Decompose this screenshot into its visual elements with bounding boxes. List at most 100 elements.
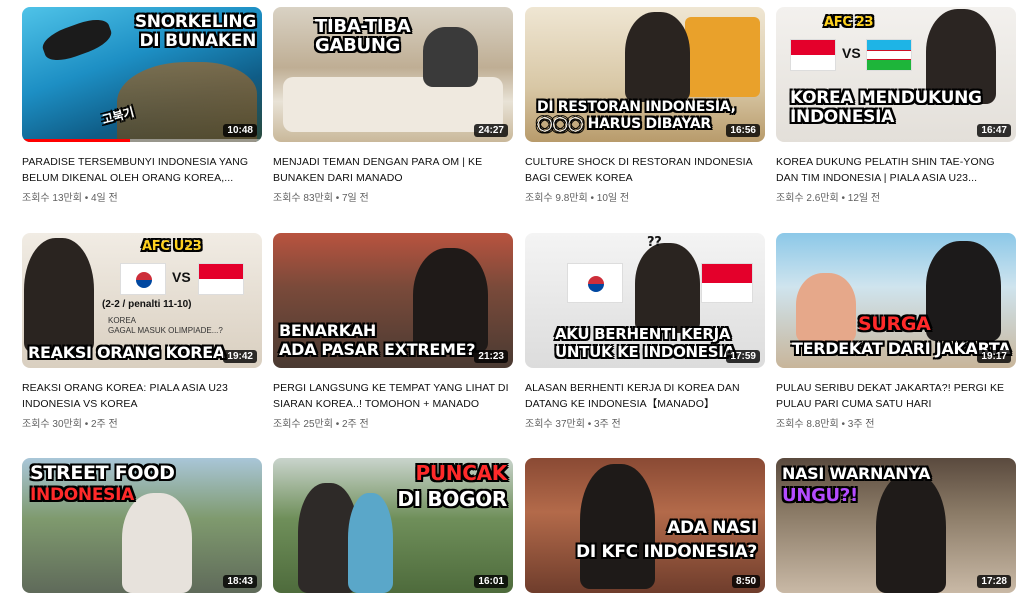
video-meta: 조회수 2.6만회 • 12일 전 [776,189,1016,204]
indonesia-flag-icon [701,263,753,303]
video-title[interactable]: PARADISE TERSEMBUNYI INDONESIA YANG BELU… [22,154,262,186]
upload-age: 3주 전 [847,419,875,430]
video-meta: 조회수 25만회 • 2주 전 [273,415,513,430]
thumbnail-caption: AKU BERHENTI KERJA UNTUK KE INDONESIA [555,325,735,361]
view-count: 조회수 13만회 [22,193,82,204]
thumbnail-caption: KOREA MENDUKUNG INDONESIA [790,88,982,127]
thumbnail-caption: REAKSI ORANG KOREA [28,343,225,362]
video-title[interactable]: PERGI LANGSUNG KE TEMPAT YANG LIHAT DI S… [273,380,513,412]
video-card[interactable]: ADA NASI DI KFC INDONESIA? 8:50 [525,458,765,593]
watch-progress-bar [22,139,130,142]
meta-separator: • [84,419,89,430]
video-thumbnail[interactable]: SNORKELING DI BUNAKEN 고북기 10:48 [22,7,262,142]
diver-shape [38,13,116,67]
video-title[interactable]: MENJADI TEMAN DENGAN PARA OM | KE BUNAKE… [273,154,513,186]
video-thumbnail[interactable]: PUNCAK DI BOGOR 16:01 [273,458,513,593]
video-meta: 조회수 13만회 • 4일 전 [22,189,262,204]
indonesia-flag-icon [790,39,836,71]
view-count: 조회수 9.8만회 [525,193,588,204]
video-title[interactable]: PULAU SERIBU DEKAT JAKARTA?! PERGI KE PU… [776,380,1016,412]
video-card[interactable]: AFC U23 VS (2-2 / penalti 11-10) KOREA G… [22,233,262,430]
thumbnail-caption: ADA NASI DI KFC INDONESIA? [576,518,757,562]
person-shape [625,12,690,102]
video-grid: SNORKELING DI BUNAKEN 고북기 10:48 PARADISE… [0,0,1021,593]
video-duration: 24:27 [474,124,508,137]
versus-label: VS [172,269,191,285]
view-count: 조회수 30만회 [22,419,82,430]
video-duration: 10:48 [223,124,257,137]
video-duration: 19:17 [977,350,1011,363]
uzbekistan-flag-icon [866,39,912,71]
upload-age: 2주 전 [341,419,369,430]
video-card[interactable]: SURGA TERDEKAT DARI JAKARTA 19:17 PULAU … [776,233,1016,430]
video-title[interactable]: CULTURE SHOCK DI RESTORAN INDONESIA BAGI… [525,154,765,186]
thumbnail-caption: SURGA [858,313,931,335]
korea-flag-icon [120,263,166,295]
person-shape [926,241,1001,341]
video-thumbnail[interactable]: DI RESTORAN INDONESIA, ◯◯◯ HARUS DIBAYAR… [525,7,765,142]
video-thumbnail[interactable]: BENARKAH ADA PASAR EXTREME? 21:23 [273,233,513,368]
view-count: 조회수 8.8만회 [776,419,839,430]
video-card[interactable]: PUNCAK DI BOGOR 16:01 [273,458,513,593]
video-thumbnail[interactable]: SURGA TERDEKAT DARI JAKARTA 19:17 [776,233,1016,368]
video-duration: 18:43 [223,575,257,588]
video-card[interactable]: SNORKELING DI BUNAKEN 고북기 10:48 PARADISE… [22,7,262,204]
thumbnail-caption: PUNCAK [415,461,508,485]
orange-panel [685,17,760,97]
thumbnail-caption: DI RESTORAN INDONESIA, ◯◯◯ HARUS DIBAYAR [537,99,736,132]
thumbnail-caption-secondary: DI BOGOR [397,487,507,511]
video-title[interactable]: KOREA DUKUNG PELATIH SHIN TAE-YONG DAN T… [776,154,1016,186]
video-card[interactable]: TIBA-TIBA GABUNG 24:27 MENJADI TEMAN DEN… [273,7,513,204]
video-card[interactable]: ?? AKU BERHENTI KERJA UNTUK KE INDONESIA… [525,233,765,430]
video-card[interactable]: NASI WARNANYA UNGU?! 17:28 [776,458,1016,593]
upload-age: 10일 전 [596,193,630,204]
thumbnail-caption: STREET FOOD [30,462,175,484]
thumbnail-note: KOREA GAGAL MASUK OLIMPIADE...? [108,316,223,335]
video-meta: 조회수 37만회 • 3주 전 [525,415,765,430]
video-meta: 조회수 8.8만회 • 3주 전 [776,415,1016,430]
meta-separator: • [841,193,845,204]
video-duration: 16:01 [474,575,508,588]
video-card[interactable]: AFC 23 VS KOREA MENDUKUNG INDONESIA 16:4… [776,7,1016,204]
view-count: 조회수 25만회 [273,419,333,430]
video-duration: 16:56 [726,124,760,137]
person-shape [122,493,192,593]
thumbnail-caption: TIBA-TIBA GABUNG [315,16,411,56]
indonesia-flag-icon [198,263,244,295]
person-shape [635,243,700,333]
video-duration: 19:42 [223,350,257,363]
video-thumbnail[interactable]: TIBA-TIBA GABUNG 24:27 [273,7,513,142]
video-thumbnail[interactable]: AFC 23 VS KOREA MENDUKUNG INDONESIA 16:4… [776,7,1016,142]
thumbnail-score: (2-2 / penalti 11-10) [102,299,192,310]
upload-age: 3주 전 [593,419,621,430]
view-count: 조회수 2.6만회 [776,193,839,204]
video-title[interactable]: ALASAN BERHENTI KERJA DI KOREA DAN DATAN… [525,380,765,412]
thumbnail-caption: SNORKELING DI BUNAKEN [134,12,256,51]
video-thumbnail[interactable]: STREET FOOD INDONESIA 18:43 [22,458,262,593]
thumbnail-caption-badge: AFC 23 [824,15,874,30]
video-thumbnail[interactable]: ADA NASI DI KFC INDONESIA? 8:50 [525,458,765,593]
video-meta: 조회수 9.8만회 • 10일 전 [525,189,765,204]
upload-age: 4일 전 [90,193,118,204]
video-thumbnail[interactable]: AFC U23 VS (2-2 / penalti 11-10) KOREA G… [22,233,262,368]
video-thumbnail[interactable]: ?? AKU BERHENTI KERJA UNTUK KE INDONESIA… [525,233,765,368]
person-shape [348,493,393,593]
video-card[interactable]: BENARKAH ADA PASAR EXTREME? 21:23 PERGI … [273,233,513,430]
person-shape [423,27,478,87]
thumbnail-caption-secondary: UNGU?! [782,485,858,506]
person-shape [24,238,94,353]
video-thumbnail[interactable]: NASI WARNANYA UNGU?! 17:28 [776,458,1016,593]
video-card[interactable]: DI RESTORAN INDONESIA, ◯◯◯ HARUS DIBAYAR… [525,7,765,204]
person-shape [796,273,856,343]
video-card[interactable]: STREET FOOD INDONESIA 18:43 [22,458,262,593]
meta-separator: • [335,193,340,204]
upload-age: 2주 전 [90,419,118,430]
thumbnail-caption-badge: ?? [647,235,662,250]
video-duration: 21:23 [474,350,508,363]
thumbnail-caption: NASI WARNANYA [782,464,931,483]
meta-separator: • [84,193,89,204]
video-title[interactable]: REAKSI ORANG KOREA: PIALA ASIA U23 INDON… [22,380,262,412]
video-meta: 조회수 83만회 • 7일 전 [273,189,513,204]
upload-age: 12일 전 [847,193,881,204]
video-meta: 조회수 30만회 • 2주 전 [22,415,262,430]
